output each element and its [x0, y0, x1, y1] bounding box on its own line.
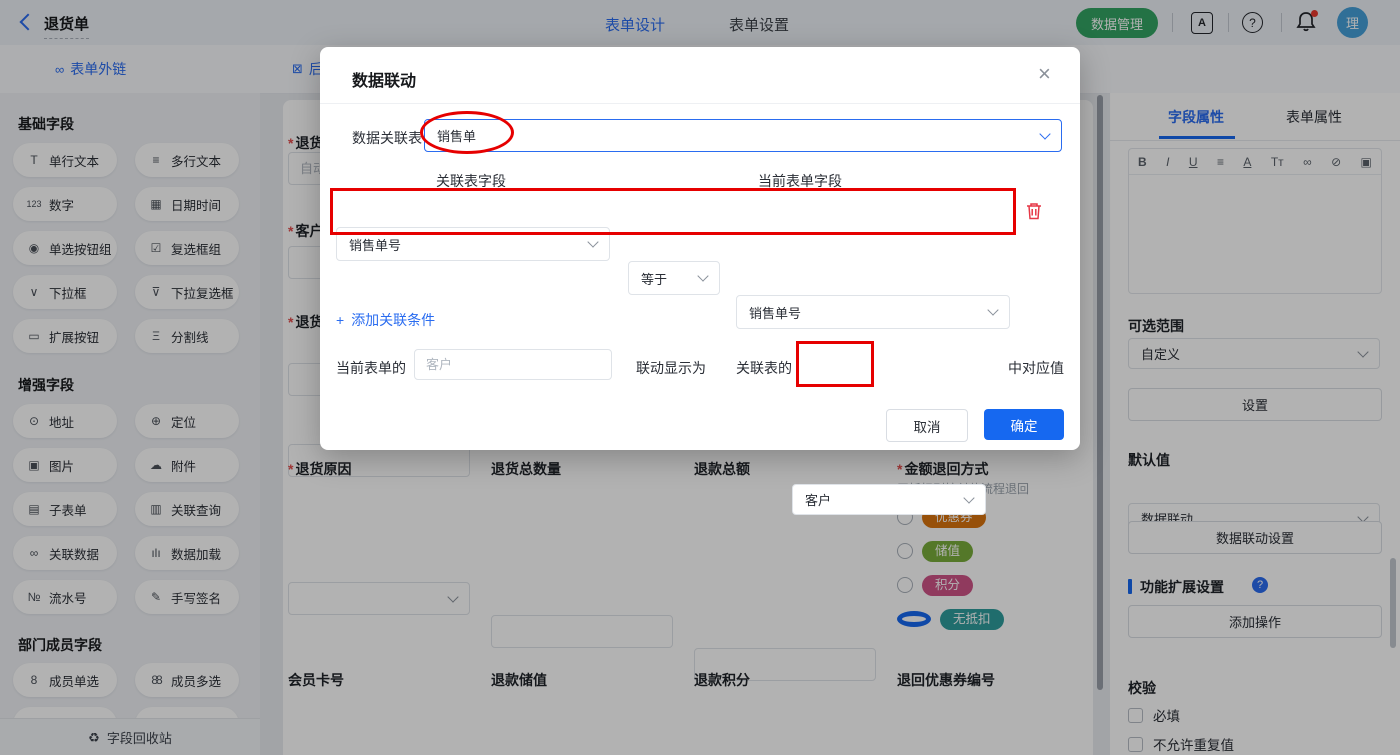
relation-table-prefix: 关联表的	[736, 360, 792, 376]
divider	[320, 103, 1080, 104]
data-linkage-modal: 数据联动 × 数据关联表 销售单 关联表字段 当前表单字段 销售单号 等于 销售…	[320, 47, 1080, 515]
relation-field-select[interactable]: 客户	[792, 484, 986, 515]
linkage-display-label: 联动显示为	[636, 360, 706, 376]
current-form-field-input[interactable]	[414, 349, 612, 380]
add-condition-label: 添加关联条件	[351, 312, 436, 328]
delete-condition-icon[interactable]	[1026, 202, 1042, 225]
current-form-prefix: 当前表单的	[336, 360, 406, 376]
select-value: 等于	[641, 271, 668, 287]
condition-operator-select[interactable]: 等于	[628, 261, 720, 295]
corresponding-value-suffix: 中对应值	[1008, 360, 1064, 376]
annotation-rect-condition	[330, 188, 1016, 235]
cancel-button[interactable]: 取消	[886, 409, 968, 442]
app-screen: 退货单 表单设计 表单设置 数据管理 A ? 理 ∞ 表单外链 ⊠ 后端脚本 ▥…	[0, 0, 1400, 755]
confirm-button[interactable]: 确定	[984, 409, 1064, 440]
condition-right-select[interactable]: 销售单号	[736, 295, 1010, 329]
close-icon[interactable]: ×	[1038, 63, 1051, 85]
modal-title: 数据联动	[352, 73, 417, 90]
plus-icon: +	[336, 312, 345, 328]
select-value: 客户	[805, 493, 832, 508]
select-value: 销售单号	[749, 305, 802, 321]
annotation-rect-customer	[796, 341, 874, 387]
add-condition-link[interactable]: + 添加关联条件	[336, 310, 435, 330]
relation-table-label: 数据关联表	[352, 130, 422, 146]
relation-table-select[interactable]: 销售单	[424, 119, 1062, 152]
select-value: 销售单号	[349, 237, 402, 253]
annotation-ellipse	[420, 111, 514, 154]
